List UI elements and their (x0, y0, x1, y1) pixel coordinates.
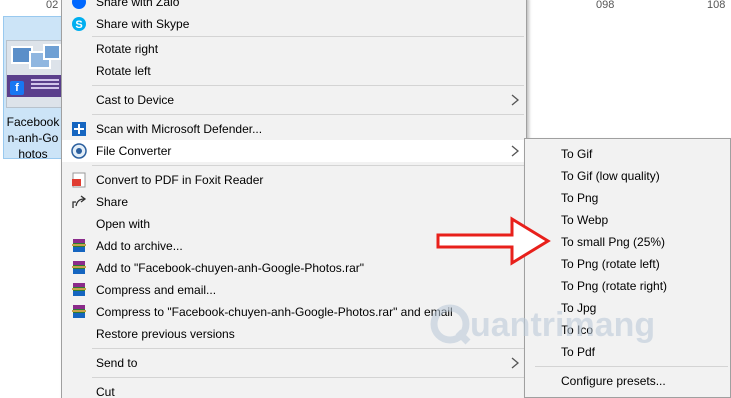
chevron-right-icon (509, 356, 521, 370)
submenu-separator (535, 366, 728, 367)
menu-item-convert-foxit[interactable]: Convert to PDF in Foxit Reader (62, 169, 526, 191)
file-converter-icon (71, 143, 87, 159)
column-number: 02 (46, 0, 59, 11)
menu-separator (92, 377, 524, 378)
menu-item-rotate-left[interactable]: Rotate left (62, 60, 526, 82)
skype-icon: S (71, 16, 87, 32)
zalo-icon (71, 0, 87, 10)
submenu-item-to-small-png[interactable]: To small Png (25%) (525, 231, 730, 253)
submenu-item-to-gif[interactable]: To Gif (525, 143, 730, 165)
chevron-right-icon (509, 144, 521, 158)
winrar-icon (71, 282, 87, 298)
column-number: 108 (707, 0, 726, 11)
menu-separator (92, 114, 524, 115)
submenu-item-to-gif-low[interactable]: To Gif (low quality) (525, 165, 730, 187)
red-arrow-annotation (436, 216, 551, 266)
menu-separator (92, 165, 524, 166)
watermark-logo: uantrimang (424, 296, 664, 356)
submenu-item-to-png[interactable]: To Png (525, 187, 730, 209)
menu-item-scan-defender[interactable]: Scan with Microsoft Defender... (62, 118, 526, 140)
facebook-icon: f (10, 81, 24, 95)
column-number: 098 (596, 0, 615, 11)
menu-separator (92, 85, 524, 86)
file-converter-submenu: To Gif To Gif (low quality) To Png To We… (524, 138, 731, 398)
submenu-item-to-png-rotate-left[interactable]: To Png (rotate left) (525, 253, 730, 275)
file-name-line: hotos (18, 147, 48, 161)
svg-text:S: S (75, 19, 82, 31)
file-name-line: n-anh-Go (7, 131, 59, 145)
menu-item-share-zalo[interactable]: Share with Zalo (62, 0, 526, 13)
winrar-icon (71, 260, 87, 276)
menu-item-rotate-right[interactable]: Rotate right (62, 38, 526, 60)
chevron-right-icon (509, 93, 521, 107)
defender-shield-icon (71, 121, 87, 137)
menu-item-file-converter[interactable]: File Converter (62, 140, 526, 162)
watermark-text: uantrimang (470, 306, 656, 344)
foxit-pdf-icon (71, 172, 87, 188)
menu-item-cut[interactable]: Cut (62, 381, 526, 398)
share-icon (71, 194, 87, 210)
winrar-icon (71, 304, 87, 320)
file-thumbnail: f (6, 40, 62, 108)
watermark-q-icon (430, 304, 471, 345)
submenu-item-to-webp[interactable]: To Webp (525, 209, 730, 231)
submenu-item-configure-presets[interactable]: Configure presets... (525, 370, 730, 392)
menu-separator (92, 36, 524, 37)
menu-item-share[interactable]: Share (62, 191, 526, 213)
file-name-line: Facebook (6, 115, 60, 129)
menu-item-cast-to-device[interactable]: Cast to Device (62, 89, 526, 111)
submenu-item-to-png-rotate-right[interactable]: To Png (rotate right) (525, 275, 730, 297)
menu-item-share-skype[interactable]: S Share with Skype (62, 13, 526, 35)
winrar-icon (71, 238, 87, 254)
